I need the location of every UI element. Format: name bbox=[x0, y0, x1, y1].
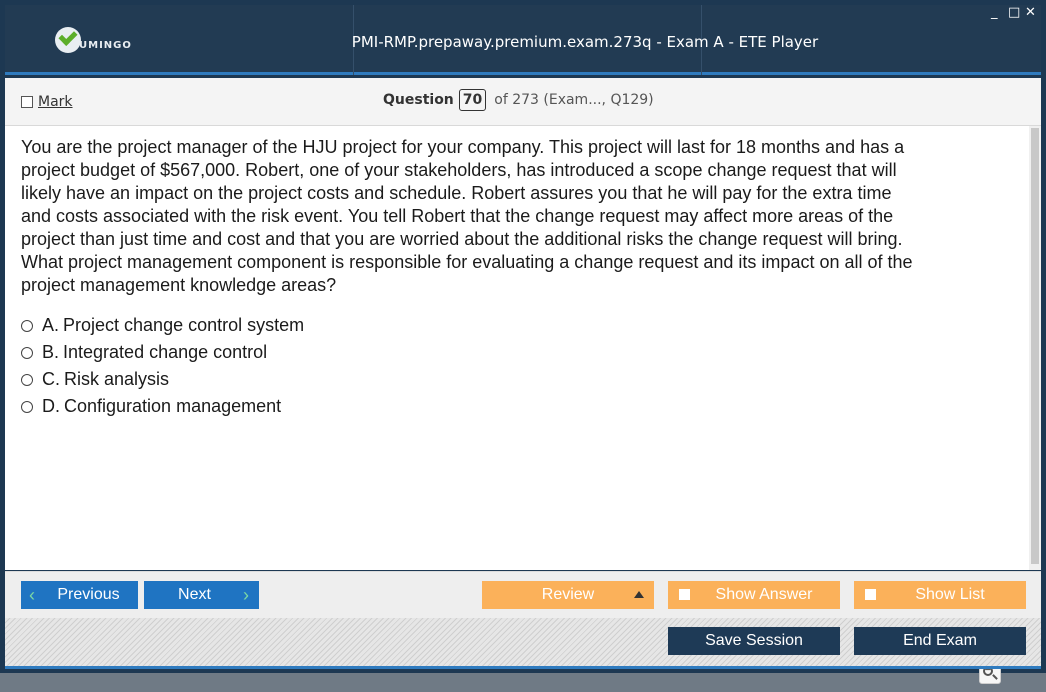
answer-choices: A. Project change control system B. Inte… bbox=[21, 312, 304, 420]
question-line: project than just time and cost and that… bbox=[21, 229, 903, 249]
question-line: project budget of $567,000. Robert, one … bbox=[21, 160, 897, 180]
question-header: Mark Question 70 of 273 (Exam..., Q129) bbox=[5, 78, 1041, 126]
choice-d[interactable]: D. Configuration management bbox=[21, 393, 304, 420]
review-button[interactable]: Review bbox=[482, 581, 654, 609]
question-line: likely have an impact on the project cos… bbox=[21, 183, 892, 203]
radio-button[interactable] bbox=[21, 373, 33, 386]
chevron-right-icon: › bbox=[243, 585, 249, 605]
choice-text: Configuration management bbox=[64, 396, 282, 416]
choice-c[interactable]: C. Risk analysis bbox=[21, 366, 304, 393]
save-session-label: Save Session bbox=[705, 632, 803, 649]
question-line: What project management component is res… bbox=[21, 252, 913, 272]
minimize-button[interactable]: _ bbox=[991, 6, 998, 20]
logo-text: UMINGO bbox=[79, 39, 132, 51]
end-exam-button[interactable]: End Exam bbox=[854, 627, 1026, 655]
caret-up-icon bbox=[634, 591, 644, 598]
close-button[interactable]: ✕ bbox=[1025, 6, 1036, 20]
mark-checkbox[interactable]: Mark bbox=[21, 94, 73, 110]
choice-b[interactable]: B. Integrated change control bbox=[21, 339, 304, 366]
question-line: and costs associated with the risk event… bbox=[21, 206, 894, 226]
choice-text: Project change control system bbox=[63, 315, 305, 335]
navigation-bar: ‹ Previous Next › Review Show Answer Sho… bbox=[5, 571, 1041, 619]
radio-button[interactable] bbox=[21, 346, 33, 359]
handle-shape bbox=[992, 674, 998, 680]
chevron-left-icon: ‹ bbox=[29, 585, 35, 605]
choice-letter: D. bbox=[42, 396, 60, 416]
question-number-input[interactable]: 70 bbox=[458, 89, 487, 111]
choice-letter: C. bbox=[42, 369, 60, 389]
choice-text: Integrated change control bbox=[63, 342, 268, 362]
next-button[interactable]: Next › bbox=[144, 581, 259, 609]
app-logo: UMINGO bbox=[55, 27, 132, 53]
app-window: UMINGO PMI-RMP.prepaway.premium.exam.273… bbox=[0, 0, 1046, 684]
footer-bar: Save Session End Exam bbox=[5, 618, 1041, 666]
question-content: You are the project manager of the HJU p… bbox=[5, 126, 1029, 684]
save-session-button[interactable]: Save Session bbox=[668, 627, 840, 655]
choice-a[interactable]: A. Project change control system bbox=[21, 312, 304, 339]
question-label: Question bbox=[383, 92, 454, 108]
next-label: Next bbox=[178, 586, 211, 603]
radio-button[interactable] bbox=[21, 319, 33, 332]
checkbox-icon[interactable] bbox=[679, 589, 690, 600]
choice-text: Risk analysis bbox=[64, 369, 170, 389]
title-bar: UMINGO PMI-RMP.prepaway.premium.exam.273… bbox=[5, 5, 1041, 75]
question-line: project management knowledge areas? bbox=[21, 275, 337, 295]
vertical-scrollbar[interactable] bbox=[1029, 126, 1041, 570]
question-total: of 273 (Exam..., Q129) bbox=[494, 92, 654, 108]
bottom-accent-line bbox=[5, 666, 1041, 669]
end-exam-label: End Exam bbox=[903, 632, 977, 649]
checkbox-icon[interactable] bbox=[865, 589, 876, 600]
previous-button[interactable]: ‹ Previous bbox=[21, 581, 138, 609]
show-list-label: Show List bbox=[915, 586, 985, 603]
previous-label: Previous bbox=[57, 586, 120, 603]
show-answer-toggle[interactable]: Show Answer bbox=[668, 581, 840, 609]
maximize-button[interactable]: □ bbox=[1008, 6, 1020, 20]
checkbox-icon[interactable] bbox=[21, 96, 33, 108]
mark-label: Mark bbox=[38, 94, 73, 110]
choice-letter: A. bbox=[42, 315, 60, 335]
show-answer-label: Show Answer bbox=[715, 586, 813, 603]
question-text: You are the project manager of the HJU p… bbox=[21, 136, 1011, 297]
checkmark-logo-icon bbox=[55, 27, 81, 53]
scrollbar-thumb[interactable] bbox=[1031, 128, 1039, 564]
review-label: Review bbox=[541, 586, 595, 603]
radio-button[interactable] bbox=[21, 400, 33, 413]
question-counter: Question 70 of 273 (Exam..., Q129) bbox=[383, 89, 654, 111]
window-title: PMI-RMP.prepaway.premium.exam.273q - Exa… bbox=[351, 33, 819, 51]
show-list-toggle[interactable]: Show List bbox=[854, 581, 1026, 609]
choice-letter: B. bbox=[42, 342, 60, 362]
question-line: You are the project manager of the HJU p… bbox=[21, 137, 905, 157]
